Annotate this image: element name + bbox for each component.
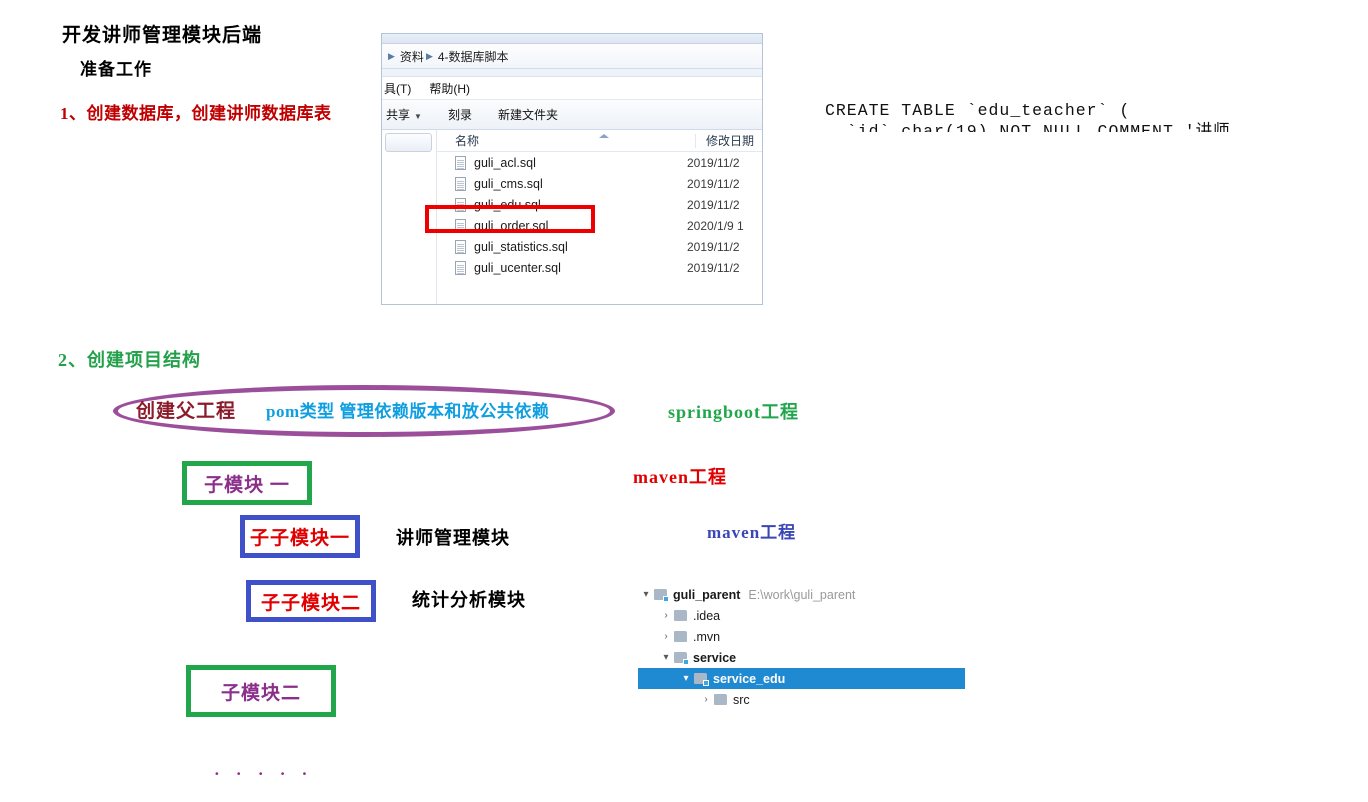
file-name-cell: guli_cms.sql bbox=[437, 176, 677, 191]
parent-project-row: 创建父工程 pom类型 管理依赖版本和放公共依赖 bbox=[136, 396, 549, 423]
annotation-maven-1: maven工程 bbox=[633, 467, 727, 487]
chevron-right-icon[interactable]: › bbox=[658, 610, 674, 621]
file-name-cell: guli_acl.sql bbox=[437, 155, 677, 170]
command-toolbar: 共享 ▼ 刻录 新建文件夹 bbox=[382, 100, 762, 130]
folder-icon bbox=[714, 694, 727, 705]
tree-node-label: service_edu bbox=[713, 671, 786, 686]
file-name-label: guli_acl.sql bbox=[474, 155, 536, 170]
sql-code-snippet: CREATE TABLE `edu_teacher` ( `id` char(1… bbox=[825, 101, 1231, 132]
module-folder-icon bbox=[674, 652, 689, 665]
folder-icon bbox=[674, 610, 687, 621]
sql-file-icon bbox=[455, 155, 466, 170]
breadcrumb-item-0[interactable]: 资料 bbox=[400, 48, 424, 65]
sort-ascending-icon bbox=[599, 134, 609, 138]
breadcrumb-item-1[interactable]: 4-数据库脚本 bbox=[438, 48, 509, 65]
chevron-down-icon[interactable]: ▾ bbox=[678, 673, 694, 684]
file-row[interactable]: guli_statistics.sql 2019/11/2 bbox=[437, 236, 762, 257]
module-box-subsub2: 子子模块二 bbox=[246, 580, 376, 622]
tree-node-label: .idea bbox=[693, 608, 721, 623]
teacher-module-label: 讲师管理模块 bbox=[396, 528, 510, 548]
section-subtitle: 准备工作 bbox=[80, 60, 152, 79]
module-folder-icon bbox=[654, 589, 669, 602]
chevron-right-icon[interactable]: › bbox=[698, 694, 714, 705]
toolbar-burn-button[interactable]: 刻录 bbox=[448, 106, 472, 123]
sql-file-icon bbox=[455, 260, 466, 275]
project-tree[interactable]: ▾ guli_parent E:\work\guli_parent › .idea › .m… bbox=[638, 584, 965, 710]
toolbar-share-button[interactable]: 共享 ▼ bbox=[386, 106, 422, 123]
file-name-cell: guli_statistics.sql bbox=[437, 239, 677, 254]
tree-node-service_edu[interactable]: ▾ service_edu bbox=[638, 668, 965, 689]
tree-node-guli_parent[interactable]: ▾ guli_parent E:\work\guli_parent bbox=[638, 584, 928, 605]
column-header-name[interactable]: 名称 bbox=[437, 132, 695, 149]
file-date-cell: 2019/11/2 bbox=[687, 239, 740, 254]
sql-file-icon bbox=[455, 176, 466, 191]
module-box-sub1-label: 子模块 一 bbox=[204, 474, 290, 496]
tree-node-label: .mvn bbox=[693, 629, 721, 644]
sql-file-icon bbox=[455, 239, 466, 254]
file-date-cell: 2020/1/9 1 bbox=[687, 218, 744, 233]
step-2-heading: 2、创建项目结构 bbox=[58, 350, 201, 370]
file-date-cell: 2019/11/2 bbox=[687, 176, 740, 191]
menu-bar: 具(T) 帮助(H) bbox=[382, 77, 762, 100]
tree-node-service[interactable]: ▾ service bbox=[638, 647, 928, 668]
folder-icon bbox=[674, 631, 687, 642]
tree-node-idea[interactable]: › .idea bbox=[638, 605, 928, 626]
toolbar-new-folder-button[interactable]: 新建文件夹 bbox=[498, 106, 558, 123]
module-box-subsub2-label: 子子模块二 bbox=[260, 592, 361, 614]
toolbar-share-label: 共享 bbox=[386, 108, 411, 122]
module-box-sub2: 子模块二 bbox=[186, 665, 336, 717]
column-header-row: 名称 修改日期 bbox=[437, 130, 762, 152]
tree-node-label: guli_parent bbox=[673, 587, 741, 602]
tree-node-label: src bbox=[733, 692, 750, 707]
stats-module-label: 统计分析模块 bbox=[412, 590, 526, 610]
tree-node-path: E:\work\guli_parent bbox=[748, 587, 856, 602]
file-explorer-window: ▶ 资料 ▶ 4-数据库脚本 具(T) 帮助(H) 共享 ▼ 刻录 新建文件夹 名… bbox=[381, 33, 763, 305]
module-folder-icon bbox=[694, 673, 709, 686]
chevron-down-icon[interactable]: ▾ bbox=[638, 589, 654, 600]
tree-node-src[interactable]: › src bbox=[638, 689, 928, 710]
menu-item-help[interactable]: 帮助(H) bbox=[429, 80, 470, 97]
file-name-label: guli_ucenter.sql bbox=[474, 260, 561, 275]
tree-node-label: service bbox=[693, 650, 737, 665]
menu-item-tools[interactable]: 具(T) bbox=[384, 80, 411, 97]
step-1-heading: 1、创建数据库，创建讲师数据库表 bbox=[60, 104, 332, 123]
file-date-cell: 2019/11/2 bbox=[687, 155, 740, 170]
annotation-springboot: springboot工程 bbox=[668, 402, 800, 422]
parent-project-description: pom类型 管理依赖版本和放公共依赖 bbox=[266, 402, 550, 421]
module-box-subsub1: 子子模块一 bbox=[240, 515, 360, 558]
nav-pane-item[interactable] bbox=[385, 133, 432, 152]
module-box-sub1: 子模块 一 bbox=[182, 461, 312, 505]
column-header-name-label: 名称 bbox=[455, 134, 480, 148]
annotation-maven-2: maven工程 bbox=[707, 523, 797, 542]
file-name-label: guli_cms.sql bbox=[474, 176, 543, 191]
parent-project-label: 创建父工程 bbox=[136, 401, 237, 422]
file-row[interactable]: guli_acl.sql 2019/11/2 bbox=[437, 152, 762, 173]
file-date-cell: 2019/11/2 bbox=[687, 197, 740, 212]
window-title-strip bbox=[382, 34, 762, 44]
chevron-down-icon: ▼ bbox=[414, 112, 422, 121]
toolbar-divider bbox=[382, 69, 762, 77]
address-bar[interactable]: ▶ 资料 ▶ 4-数据库脚本 bbox=[382, 44, 762, 69]
module-box-subsub1-label: 子子模块一 bbox=[249, 528, 350, 549]
chevron-right-icon: ▶ bbox=[425, 50, 433, 61]
chevron-down-icon[interactable]: ▾ bbox=[658, 652, 674, 663]
ellipsis-dots: · · · · · bbox=[214, 764, 314, 783]
module-box-sub2-label: 子模块二 bbox=[220, 682, 301, 704]
chevron-right-icon: ▶ bbox=[388, 50, 395, 61]
file-row[interactable]: guli_ucenter.sql 2019/11/2 bbox=[437, 257, 762, 278]
page-title: 开发讲师管理模块后端 bbox=[62, 25, 263, 46]
file-row[interactable]: guli_cms.sql 2019/11/2 bbox=[437, 173, 762, 194]
tree-node-mvn[interactable]: › .mvn bbox=[638, 626, 928, 647]
chevron-right-icon[interactable]: › bbox=[658, 631, 674, 642]
file-name-label: guli_statistics.sql bbox=[474, 239, 568, 254]
file-date-cell: 2019/11/2 bbox=[687, 260, 740, 275]
file-name-cell: guli_ucenter.sql bbox=[437, 260, 677, 275]
column-header-date[interactable]: 修改日期 bbox=[695, 133, 754, 148]
red-annotation-box bbox=[425, 205, 595, 233]
